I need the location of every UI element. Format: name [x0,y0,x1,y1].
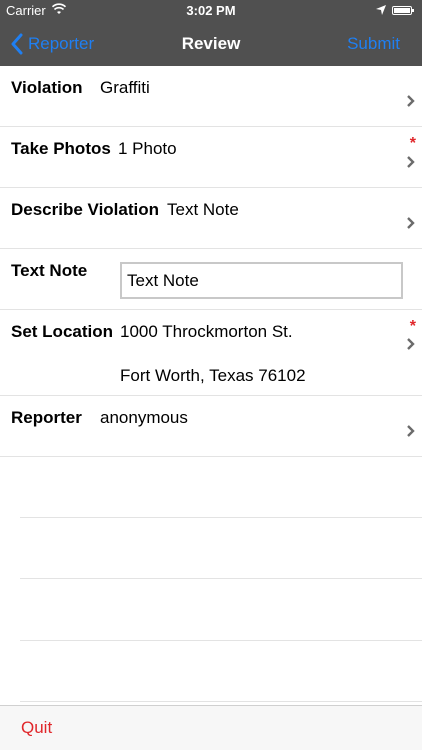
violation-label: Violation [11,78,83,97]
required-indicator: * [409,135,416,152]
bottom-toolbar: Quit [0,705,422,750]
status-bar: Carrier 3:02 PM [0,0,422,22]
empty-row-divider [20,578,422,579]
location-arrow-icon [376,5,386,15]
describe-violation-value: Text Note [167,200,239,219]
text-note-row: Text Note Text Note [0,249,422,310]
empty-row-divider [20,517,422,518]
violation-row[interactable]: Violation Graffiti [0,66,422,127]
chevron-right-icon [407,425,415,437]
battery-icon [392,6,414,15]
set-location-row[interactable]: Set Location 1000 Throckmorton St. Fort … [0,310,422,396]
header: Carrier 3:02 PM Reporter Review Submit [0,0,422,66]
reporter-row[interactable]: Reporter anonymous [0,396,422,457]
chevron-right-icon [407,156,415,168]
photo-count: 1 Photo [118,139,177,158]
clock: 3:02 PM [186,3,236,18]
text-note-input[interactable]: Text Note [120,262,403,299]
empty-row-divider [20,640,422,641]
violation-value: Graffiti [100,78,150,97]
reporter-label: Reporter [11,408,82,427]
submit-button[interactable]: Submit [347,34,400,54]
take-photos-label: Take Photos [11,139,111,158]
required-indicator: * [409,318,416,335]
address-line-2: Fort Worth, Texas 76102 [120,366,306,385]
quit-button[interactable]: Quit [21,718,52,738]
chevron-right-icon [407,95,415,107]
set-location-label: Set Location [11,322,114,341]
chevron-right-icon [407,338,415,350]
address-line-1: 1000 Throckmorton St. [120,322,293,341]
reporter-value: anonymous [100,408,188,427]
take-photos-row[interactable]: Take Photos 1 Photo * [0,127,422,188]
describe-violation-label: Describe Violation [11,200,160,219]
empty-row-divider [20,701,422,702]
describe-violation-row[interactable]: Describe Violation Text Note [0,188,422,249]
chevron-right-icon [407,217,415,229]
navigation-bar: Reporter Review Submit [0,22,422,66]
text-note-label: Text Note [11,261,88,280]
